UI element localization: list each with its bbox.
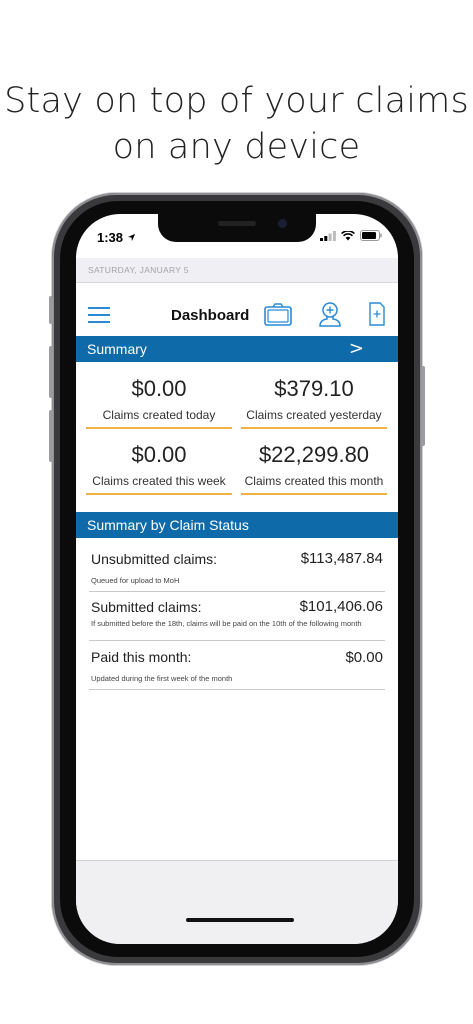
claim-status-title: Summary by Claim Status (87, 517, 249, 533)
metric-label: Claims created this week (86, 474, 232, 495)
summary-header[interactable]: Summary > (76, 336, 398, 362)
status-row-unsubmitted[interactable]: Unsubmitted claims: $113,487.84 Queued f… (89, 546, 385, 592)
navigation-bar: Dashboard (76, 298, 398, 338)
metric-value: $0.00 (131, 442, 187, 467)
metric-claims-month: $22,299.80 Claims created this month (241, 440, 387, 495)
front-camera (278, 219, 287, 228)
chevron-right-icon[interactable]: > (349, 338, 364, 359)
metric-label: Claims created today (86, 408, 232, 429)
claim-status-header: Summary by Claim Status (76, 512, 398, 538)
home-indicator[interactable] (186, 918, 294, 922)
volume-down-button (49, 410, 53, 462)
summary-title: Summary (87, 341, 147, 357)
phone-screen: 1:38 SATURDAY, JANUARY 5 Dashboard Summa… (76, 214, 398, 944)
metric-value: $379.10 (274, 376, 354, 401)
status-time: 1:38 (97, 230, 136, 245)
new-document-icon[interactable] (369, 302, 385, 326)
headline-line-2: on any device (112, 127, 361, 167)
location-arrow-icon (127, 233, 135, 242)
page-title: Dashboard (171, 307, 250, 324)
status-row-amount: $0.00 (345, 649, 383, 666)
headline-line-1: Stay on top of your claims (4, 81, 469, 121)
phone-notch (158, 214, 316, 242)
metric-value: $0.00 (131, 376, 187, 401)
status-row-amount: $101,406.06 (299, 598, 383, 615)
status-time-text: 1:38 (97, 230, 124, 245)
status-row-name: Paid this month: (91, 649, 192, 665)
volume-up-button (49, 346, 53, 398)
metric-claims-week: $0.00 Claims created this week (86, 440, 232, 495)
bottom-bar (76, 860, 398, 944)
metric-label: Claims created this month (241, 474, 387, 495)
status-row-name: Unsubmitted claims: (91, 551, 218, 567)
date-banner: SATURDAY, JANUARY 5 (76, 258, 398, 283)
mute-switch (49, 296, 53, 324)
metric-label: Claims created yesterday (241, 408, 387, 429)
date-text: SATURDAY, JANUARY 5 (88, 265, 189, 275)
cellular-signal-icon (320, 230, 336, 241)
status-row-note: Queued for upload to MoH (91, 576, 180, 585)
status-icons (320, 230, 382, 241)
status-row-amount: $113,487.84 (300, 550, 383, 567)
menu-icon[interactable] (88, 306, 110, 324)
status-row-submitted[interactable]: Submitted claims: $101,406.06 If submitt… (89, 591, 385, 641)
wifi-icon (341, 230, 355, 240)
status-row-note: Updated during the first week of the mon… (91, 674, 233, 683)
earpiece-speaker (218, 221, 256, 226)
battery-icon (360, 230, 382, 241)
marketing-headline: Stay on top of your claims on any device (0, 78, 473, 170)
metric-claims-today: $0.00 Claims created today (86, 374, 232, 429)
status-row-paid[interactable]: Paid this month: $0.00 Updated during th… (89, 640, 385, 690)
status-row-note: If submitted before the 18th, claims wil… (91, 619, 362, 628)
metric-claims-yesterday: $379.10 Claims created yesterday (241, 374, 387, 429)
power-button (421, 366, 425, 446)
metric-value: $22,299.80 (258, 442, 370, 467)
add-patient-icon[interactable] (318, 301, 342, 329)
status-row-name: Submitted claims: (91, 599, 202, 615)
camera-icon[interactable] (264, 303, 292, 327)
